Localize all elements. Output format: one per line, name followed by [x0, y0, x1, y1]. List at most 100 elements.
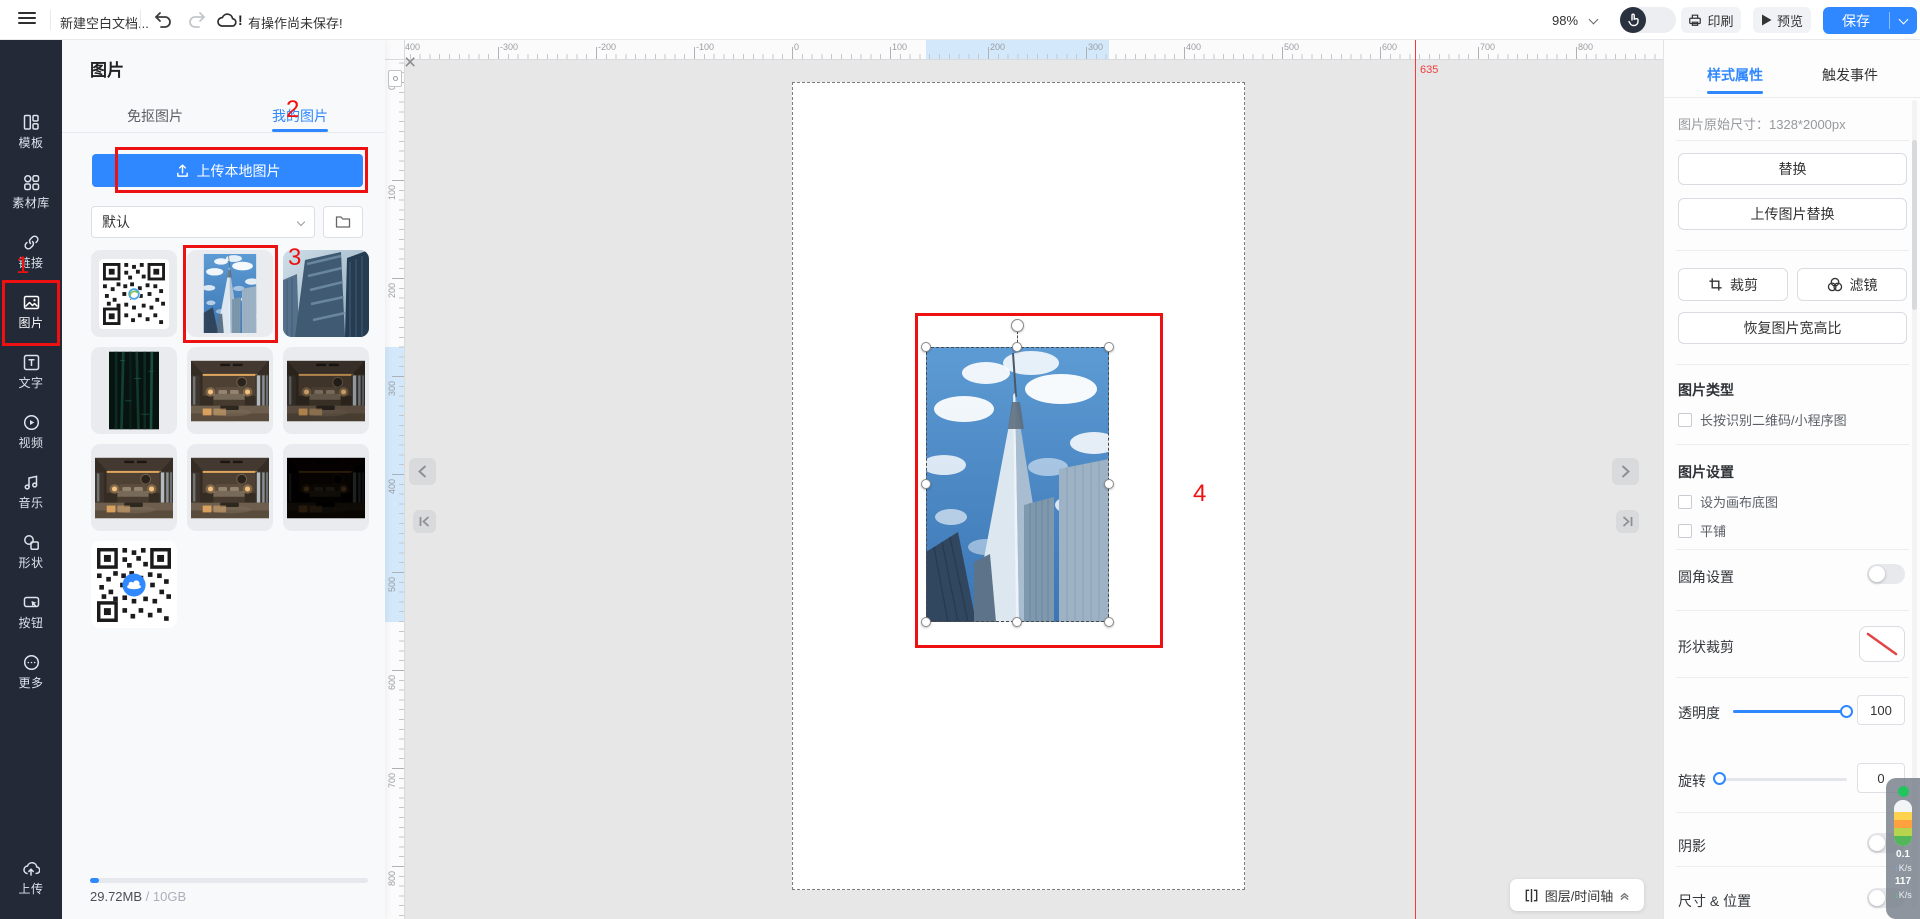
thumbnail-bedroom[interactable] [187, 347, 273, 434]
divider [1676, 677, 1909, 678]
close-icon[interactable]: × [404, 52, 416, 73]
rotate-slider-knob[interactable] [1713, 772, 1726, 785]
save-dropdown-button[interactable] [1890, 7, 1917, 34]
zoom-level[interactable]: 98% [1552, 13, 1578, 28]
doc-title[interactable]: 新建空白文档... [60, 13, 149, 32]
network-monitor-overlay[interactable]: 0.1 ↑K/s 117 ↓K/s [1886, 778, 1920, 919]
opacity-slider-knob[interactable] [1840, 705, 1853, 718]
tab-underline [1707, 91, 1763, 94]
sidebar: 模板 素材库 链接 图片 文字 视频 音乐 形状 [0, 40, 62, 919]
tab-style-properties[interactable]: 样式属性 [1707, 65, 1763, 85]
zoom-chevron-icon[interactable] [1589, 15, 1599, 25]
unsaved-alert-mark: ! [238, 12, 243, 28]
undo-icon[interactable] [152, 9, 174, 34]
thumbnail-bedroom[interactable] [91, 444, 177, 531]
sidebar-item-shape[interactable]: 形状 [0, 534, 62, 578]
selection-handle-s[interactable] [1012, 617, 1022, 627]
sidebar-item-image[interactable]: 图片 [0, 294, 62, 338]
opacity-input[interactable] [1857, 695, 1905, 725]
selection-handle-w[interactable] [921, 479, 931, 489]
canvas-background-label: 设为画布底图 [1700, 492, 1778, 511]
selection-handle-se[interactable] [1104, 617, 1114, 627]
sidebar-item-upload[interactable]: 上传 [0, 860, 62, 904]
save-button[interactable]: 保存 [1823, 7, 1917, 34]
folder-select-value: 默认 [102, 212, 130, 232]
first-page-button[interactable] [413, 510, 436, 533]
filter-button[interactable]: 滤镜 [1797, 268, 1907, 301]
checkbox[interactable] [1678, 495, 1692, 509]
folder-button[interactable] [323, 206, 363, 238]
thumbnail-bedroom-dark[interactable] [283, 444, 369, 531]
upload-local-image-button[interactable]: 上传本地图片 [92, 154, 363, 187]
upload-icon [175, 163, 190, 178]
upload-speed-value: 0.1 [1896, 849, 1910, 860]
scrollbar-thumb[interactable] [1912, 140, 1917, 310]
storage-text: 29.72MB / 10GB [90, 889, 186, 904]
sidebar-item-text[interactable]: 文字 [0, 354, 62, 398]
upload-speed-unit: ↑K/s [1894, 863, 1912, 873]
ruler-label: 700 [387, 773, 397, 788]
menu-icon[interactable] [18, 9, 36, 27]
canvas-background-checkbox-row[interactable]: 设为画布底图 [1678, 492, 1778, 511]
tab-trigger-events[interactable]: 触发事件 [1822, 65, 1878, 85]
sidebar-item-more[interactable]: 更多 [0, 654, 62, 698]
divider [140, 10, 141, 30]
thumbnail-dark-texture[interactable] [91, 347, 177, 434]
thumbnail-glass-building[interactable] [283, 250, 369, 337]
rotation-handle[interactable] [1011, 319, 1024, 332]
replace-button[interactable]: 替换 [1678, 153, 1907, 185]
sidebar-item-link[interactable]: 链接 [0, 234, 62, 278]
ruler-label: 300 [1088, 42, 1103, 52]
thumbnail-bedroom[interactable] [283, 347, 369, 434]
rotate-slider-track[interactable] [1719, 778, 1847, 781]
selection-handle-sw[interactable] [921, 617, 931, 627]
crop-button[interactable]: 裁剪 [1678, 268, 1788, 301]
image-icon [23, 294, 40, 311]
thumbnail-qr-code[interactable] [91, 250, 177, 337]
sidebar-item-music[interactable]: 音乐 [0, 474, 62, 518]
storage-used: 29.72MB [90, 889, 142, 904]
preview-button[interactable]: 预览 [1753, 7, 1811, 33]
opacity-slider-track[interactable] [1733, 710, 1847, 713]
redo-icon[interactable] [186, 9, 208, 34]
sidebar-item-video[interactable]: 视频 [0, 414, 62, 458]
last-page-button[interactable] [1616, 510, 1639, 533]
selection-handle-e[interactable] [1104, 479, 1114, 489]
restore-aspect-ratio-button[interactable]: 恢复图片宽高比 [1678, 312, 1907, 344]
layers-timeline-button[interactable]: 图层/时间轴 [1510, 879, 1644, 911]
checkbox[interactable] [1678, 524, 1692, 538]
sidebar-item-assets[interactable]: 素材库 [0, 174, 62, 218]
next-page-button[interactable] [1612, 458, 1639, 485]
divider [1676, 812, 1909, 813]
folder-icon [335, 215, 351, 229]
sidebar-item-button[interactable]: 按钮 [0, 594, 62, 638]
guide-origin-icon[interactable] [388, 70, 402, 87]
storage-total: 10GB [153, 889, 186, 904]
upload-replace-button[interactable]: 上传图片替换 [1678, 198, 1907, 230]
tab-my-images[interactable]: 我的图片 [272, 106, 328, 126]
folder-select[interactable]: 默认 [91, 206, 315, 238]
checkbox[interactable] [1678, 413, 1692, 427]
selection-handle-n[interactable] [1012, 342, 1022, 352]
shape-crop-button[interactable] [1859, 626, 1905, 662]
sidebar-item-template[interactable]: 模板 [0, 114, 62, 158]
selection-handle-ne[interactable] [1104, 342, 1114, 352]
qr-recognize-checkbox-row[interactable]: 长按识别二维码/小程序图 [1678, 410, 1847, 429]
selection-handle-nw[interactable] [921, 342, 931, 352]
more-icon [23, 654, 40, 671]
print-button[interactable]: 印刷 [1681, 7, 1741, 33]
canvas-area[interactable]: -400 -300 -200 -100 0 100 200 300 400 50… [385, 40, 1663, 919]
template-icon [23, 114, 40, 131]
round-corner-toggle[interactable] [1867, 564, 1905, 584]
topbar: 新建空白文档... ! 有操作尚未保存! 98% 印刷 [0, 0, 1920, 40]
tile-checkbox-row[interactable]: 平铺 [1678, 521, 1726, 540]
thumbnail-qr-code-cloud[interactable] [91, 541, 177, 628]
tab-free-images[interactable]: 免抠图片 [127, 106, 183, 126]
ruler-label: 400 [1186, 42, 1201, 52]
hand-mode-toggle[interactable] [1620, 7, 1676, 33]
prev-page-button[interactable] [409, 458, 436, 485]
thumbnail-bedroom[interactable] [187, 444, 273, 531]
thumbnail-skyscraper[interactable] [187, 250, 273, 337]
guide-line[interactable] [1415, 40, 1416, 919]
play-icon [1761, 14, 1772, 26]
